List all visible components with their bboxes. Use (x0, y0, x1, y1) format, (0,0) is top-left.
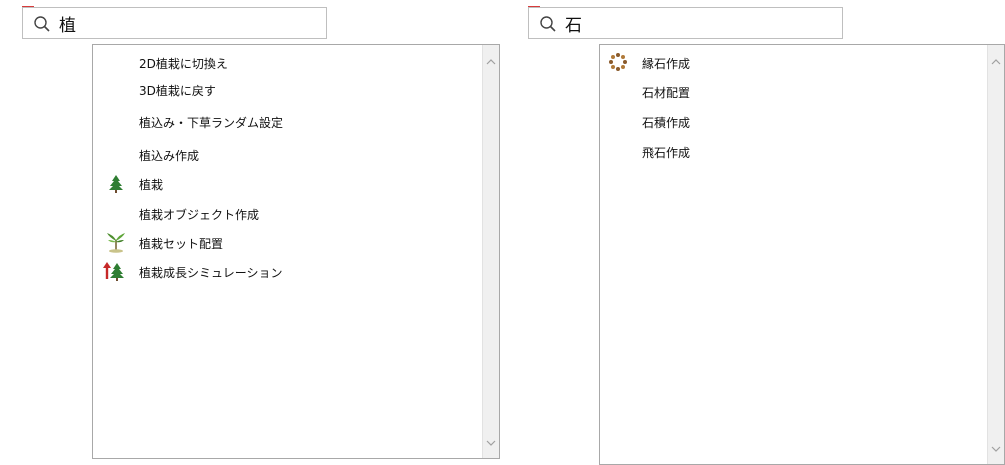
list-item[interactable]: 植込み・下草ランダム設定 (93, 108, 483, 134)
tree-icon (109, 175, 123, 193)
list-item[interactable]: 飛石作成 (600, 138, 985, 164)
item-label: 植栽成長シミュレーション (139, 266, 283, 280)
right-search-panel: × 縁石作成 石材配置 石積作成 (505, 0, 1005, 465)
item-label: 石積作成 (642, 116, 691, 130)
list-item[interactable]: 植栽 (93, 170, 483, 196)
suggestion-list: 縁石作成 石材配置 石積作成 飛石作成 (599, 44, 1005, 465)
scroll-up-icon[interactable] (486, 57, 496, 67)
plant-set-icon (107, 233, 125, 253)
list-item[interactable]: 植栽成長シミュレーション (93, 258, 483, 284)
left-search-panel: × 2D植栽に切換え 3D植栽に戻す 植込み・下草ランダム設定 植込み作成 植栽 (0, 0, 500, 465)
item-label: 植込み作成 (139, 149, 200, 163)
stone-ring-icon (609, 53, 627, 71)
search-box (528, 7, 843, 39)
list-item[interactable]: 植栽オブジェクト作成 (93, 200, 483, 226)
item-label: 植栽セット配置 (139, 237, 224, 251)
list-item[interactable]: 2D植栽に切換え (93, 49, 483, 75)
item-label: 植込み・下草ランダム設定 (139, 116, 284, 130)
search-box (22, 7, 327, 39)
scrollbar[interactable] (482, 45, 499, 458)
search-input[interactable] (59, 12, 259, 34)
item-label: 飛石作成 (642, 146, 691, 160)
list-item[interactable]: 石材配置 (600, 78, 985, 104)
item-label: 石材配置 (642, 86, 691, 100)
list-item[interactable]: 石積作成 (600, 108, 985, 134)
list-item[interactable]: 3D植栽に戻す (93, 76, 483, 102)
item-label: 縁石作成 (642, 57, 691, 71)
suggestion-list: 2D植栽に切換え 3D植栽に戻す 植込み・下草ランダム設定 植込み作成 植栽 植… (92, 44, 500, 459)
growth-simulation-icon (103, 262, 124, 281)
item-label: 植栽オブジェクト作成 (139, 208, 260, 222)
item-label: 3D植栽に戻す (139, 84, 216, 98)
scrollbar[interactable] (987, 45, 1004, 464)
search-icon (540, 16, 556, 32)
list-item[interactable]: 縁石作成 (600, 49, 985, 75)
scroll-up-icon[interactable] (991, 57, 1001, 67)
list-item[interactable]: 植込み作成 (93, 141, 483, 167)
list-item[interactable]: 植栽セット配置 (93, 229, 483, 255)
scroll-down-icon[interactable] (486, 438, 496, 448)
item-label: 2D植栽に切換え (139, 57, 228, 71)
item-label: 植栽 (139, 178, 164, 192)
search-icon (34, 16, 50, 32)
scroll-down-icon[interactable] (991, 444, 1001, 454)
search-input[interactable] (565, 12, 765, 34)
